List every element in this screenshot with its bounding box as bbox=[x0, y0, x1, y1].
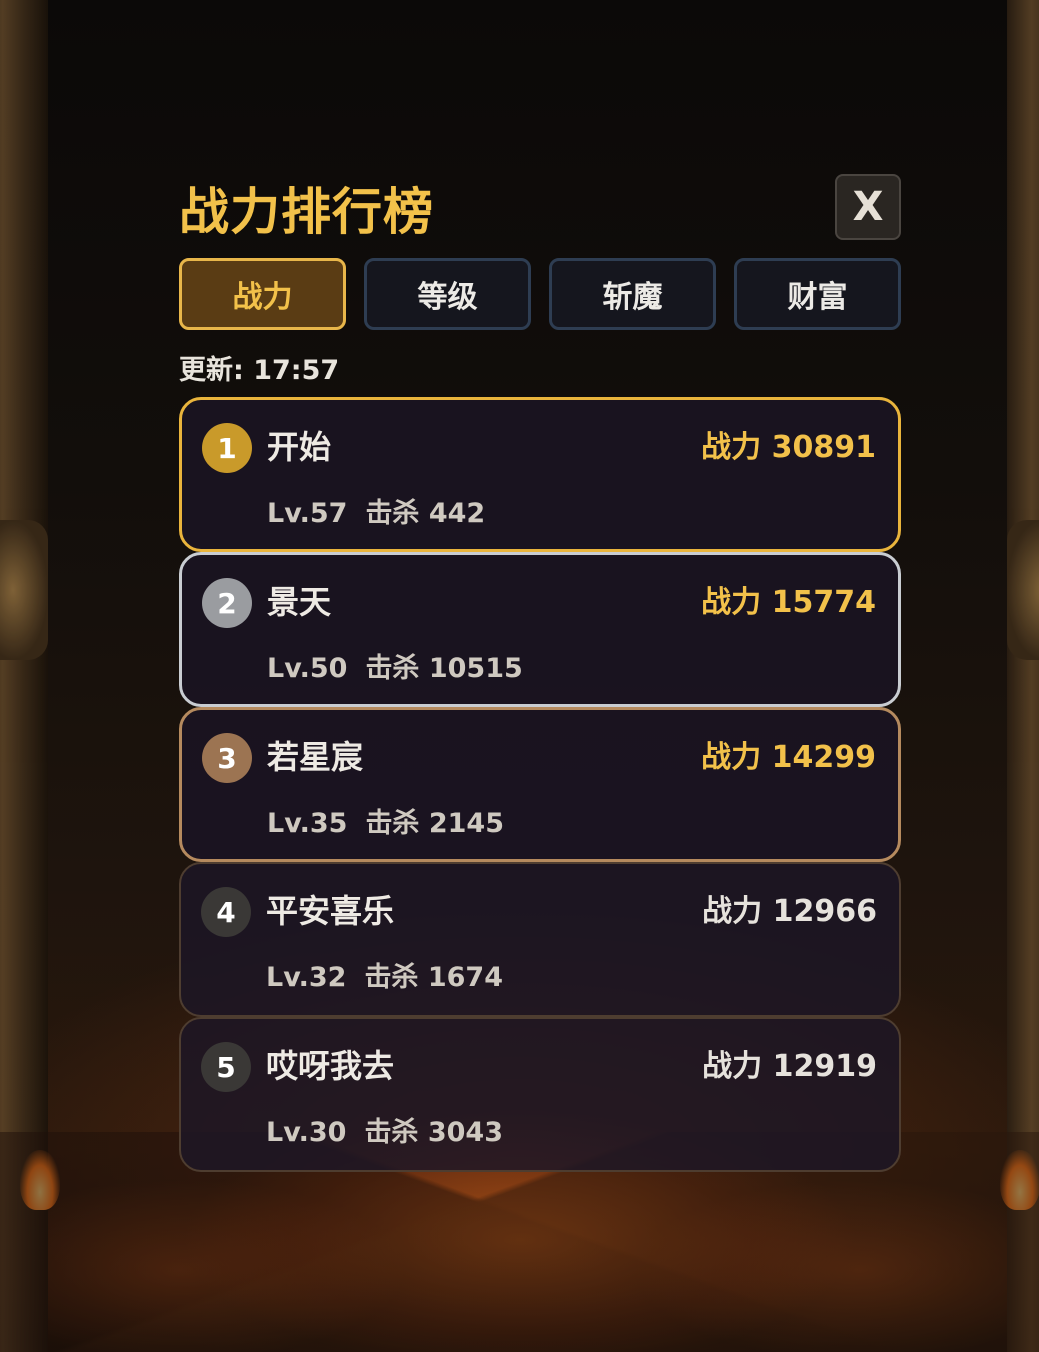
tab-demon-slaying[interactable]: 斩魔 bbox=[549, 258, 716, 330]
player-stats: Lv.35 击杀 2145 bbox=[267, 804, 504, 844]
player-name: 平安喜乐 bbox=[266, 892, 395, 930]
power-value: 战力 12919 bbox=[702, 1049, 877, 1084]
player-kills: 击杀 3043 bbox=[364, 1117, 503, 1148]
player-level: Lv.35 bbox=[267, 808, 348, 839]
list-item[interactable]: 3 若星宸 战力 14299 Lv.35 击杀 2145 bbox=[179, 707, 901, 862]
player-stats: Lv.57 击杀 442 bbox=[267, 494, 485, 534]
list-item[interactable]: 4 平安喜乐 战力 12966 Lv.32 击杀 1674 bbox=[179, 862, 901, 1017]
player-name: 哎呀我去 bbox=[266, 1047, 395, 1085]
player-name: 开始 bbox=[267, 428, 332, 466]
power-value: 战力 30891 bbox=[701, 430, 876, 465]
power-value: 战力 14299 bbox=[701, 740, 876, 775]
tab-wealth[interactable]: 财富 bbox=[734, 258, 901, 330]
tab-level[interactable]: 等级 bbox=[364, 258, 531, 330]
player-kills: 击杀 1674 bbox=[364, 962, 503, 993]
rank-badge: 2 bbox=[202, 578, 252, 628]
player-level: Lv.50 bbox=[267, 653, 348, 684]
player-level: Lv.57 bbox=[267, 498, 348, 529]
player-kills: 击杀 442 bbox=[365, 498, 486, 529]
player-level: Lv.30 bbox=[266, 1117, 347, 1148]
list-item[interactable]: 2 景天 战力 15774 Lv.50 击杀 10515 bbox=[179, 552, 901, 707]
power-value: 战力 15774 bbox=[701, 585, 876, 620]
close-button[interactable]: X bbox=[835, 174, 901, 240]
player-name: 若星宸 bbox=[267, 738, 364, 776]
rank-badge: 5 bbox=[201, 1042, 251, 1092]
player-stats: Lv.32 击杀 1674 bbox=[266, 958, 503, 998]
update-time: 更新: 17:57 bbox=[179, 355, 340, 386]
rank-badge: 3 bbox=[202, 733, 252, 783]
rank-badge: 1 bbox=[202, 423, 252, 473]
tab-power[interactable]: 战力 bbox=[179, 258, 346, 330]
power-value: 战力 12966 bbox=[702, 894, 877, 929]
player-stats: Lv.50 击杀 10515 bbox=[267, 649, 523, 689]
player-stats: Lv.30 击杀 3043 bbox=[266, 1113, 503, 1153]
rank-badge: 4 bbox=[201, 887, 251, 937]
list-item[interactable]: 5 哎呀我去 战力 12919 Lv.30 击杀 3043 bbox=[179, 1017, 901, 1172]
player-kills: 击杀 2145 bbox=[365, 808, 504, 839]
list-item[interactable]: 1 开始 战力 30891 Lv.57 击杀 442 bbox=[179, 397, 901, 552]
player-name: 景天 bbox=[267, 583, 332, 621]
player-level: Lv.32 bbox=[266, 962, 347, 993]
tab-bar: 战力 等级 斩魔 财富 bbox=[179, 258, 901, 330]
page-title: 战力排行榜 bbox=[179, 183, 434, 241]
player-kills: 击杀 10515 bbox=[365, 653, 523, 684]
